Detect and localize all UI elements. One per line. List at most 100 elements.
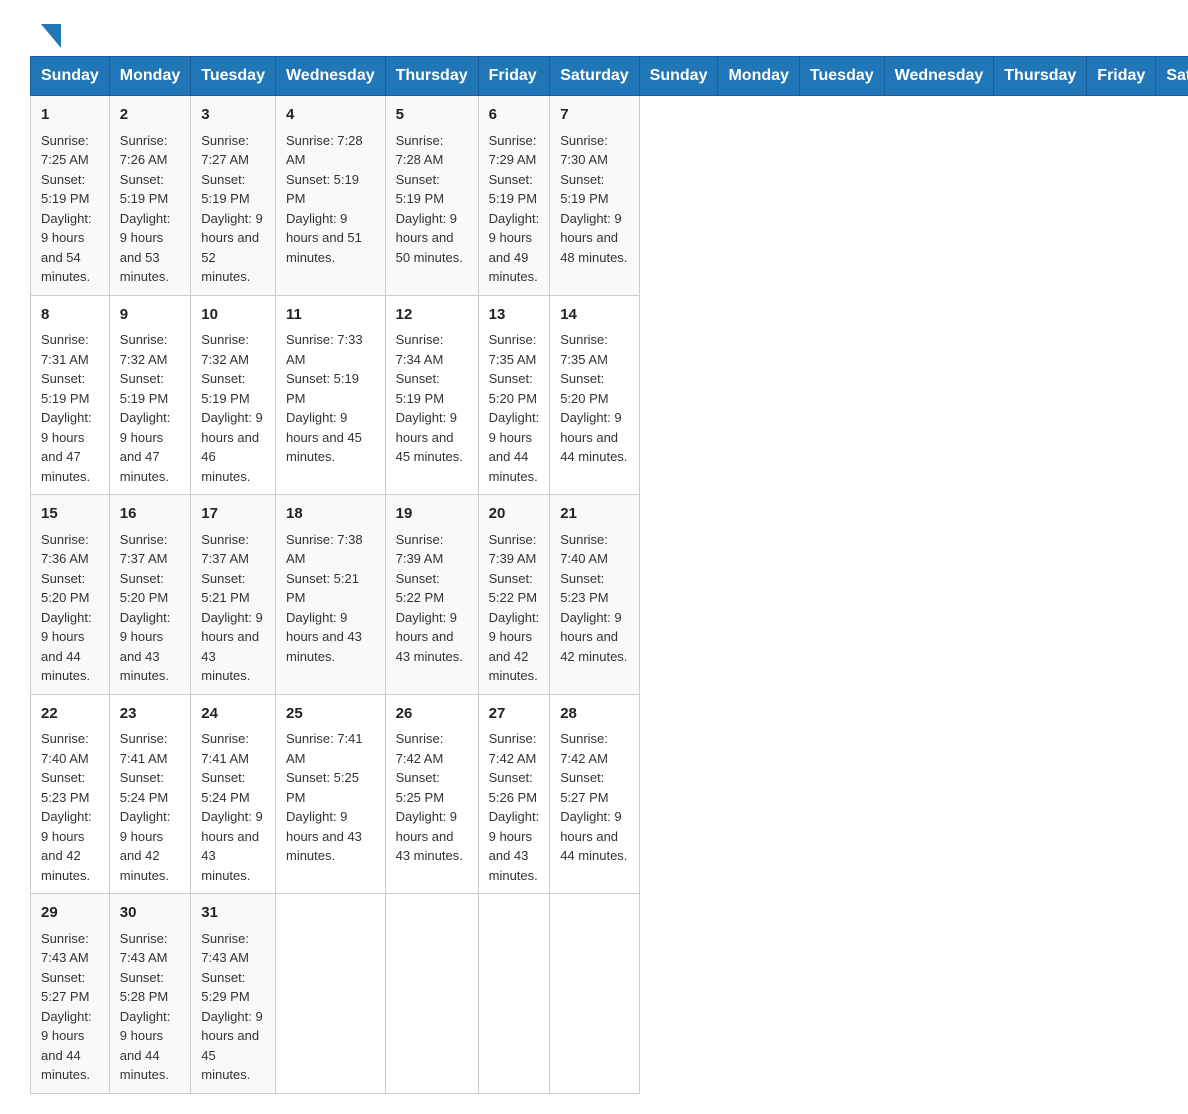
calendar-cell: 13 Sunrise: 7:35 AM Sunset: 5:20 PM Dayl…	[478, 295, 550, 495]
daylight-info: Daylight: 9 hours and 44 minutes.	[41, 1009, 92, 1083]
calendar-cell: 12 Sunrise: 7:34 AM Sunset: 5:19 PM Dayl…	[385, 295, 478, 495]
day-number: 3	[201, 104, 265, 127]
daylight-info: Daylight: 9 hours and 43 minutes.	[201, 610, 262, 684]
calendar-cell: 17 Sunrise: 7:37 AM Sunset: 5:21 PM Dayl…	[191, 495, 276, 695]
sunset-info: Sunset: 5:25 PM	[286, 770, 359, 805]
calendar-cell: 2 Sunrise: 7:26 AM Sunset: 5:19 PM Dayli…	[109, 96, 190, 296]
calendar-cell	[478, 894, 550, 1094]
sunrise-info: Sunrise: 7:27 AM	[201, 133, 249, 168]
calendar-cell: 9 Sunrise: 7:32 AM Sunset: 5:19 PM Dayli…	[109, 295, 190, 495]
daylight-info: Daylight: 9 hours and 42 minutes.	[489, 610, 540, 684]
day-of-week-header: Sunday	[31, 57, 110, 96]
day-number: 25	[286, 703, 375, 726]
calendar-cell: 19 Sunrise: 7:39 AM Sunset: 5:22 PM Dayl…	[385, 495, 478, 695]
day-number: 29	[41, 902, 99, 925]
sunrise-info: Sunrise: 7:43 AM	[201, 931, 249, 966]
calendar-cell: 25 Sunrise: 7:41 AM Sunset: 5:25 PM Dayl…	[275, 694, 385, 894]
page-header	[30, 20, 1158, 46]
calendar-week-row: 15 Sunrise: 7:36 AM Sunset: 5:20 PM Dayl…	[31, 495, 1188, 695]
calendar-cell: 10 Sunrise: 7:32 AM Sunset: 5:19 PM Dayl…	[191, 295, 276, 495]
sunset-info: Sunset: 5:19 PM	[120, 172, 168, 207]
day-number: 22	[41, 703, 99, 726]
day-of-week-header: Wednesday	[884, 57, 994, 96]
sunrise-info: Sunrise: 7:41 AM	[120, 731, 168, 766]
day-of-week-header: Friday	[1087, 57, 1156, 96]
sunset-info: Sunset: 5:22 PM	[489, 571, 537, 606]
day-number: 19	[396, 503, 468, 526]
calendar-cell: 15 Sunrise: 7:36 AM Sunset: 5:20 PM Dayl…	[31, 495, 110, 695]
daylight-info: Daylight: 9 hours and 42 minutes.	[41, 809, 92, 883]
day-of-week-header: Tuesday	[799, 57, 884, 96]
calendar-cell: 29 Sunrise: 7:43 AM Sunset: 5:27 PM Dayl…	[31, 894, 110, 1094]
sunset-info: Sunset: 5:20 PM	[41, 571, 89, 606]
day-number: 7	[560, 104, 628, 127]
sunrise-info: Sunrise: 7:35 AM	[560, 332, 608, 367]
day-number: 28	[560, 703, 628, 726]
sunrise-info: Sunrise: 7:39 AM	[396, 532, 444, 567]
day-number: 11	[286, 304, 375, 327]
daylight-info: Daylight: 9 hours and 49 minutes.	[489, 211, 540, 285]
sunset-info: Sunset: 5:27 PM	[41, 970, 89, 1005]
sunrise-info: Sunrise: 7:41 AM	[286, 731, 363, 766]
calendar-cell: 6 Sunrise: 7:29 AM Sunset: 5:19 PM Dayli…	[478, 96, 550, 296]
sunset-info: Sunset: 5:29 PM	[201, 970, 249, 1005]
day-number: 31	[201, 902, 265, 925]
day-number: 14	[560, 304, 628, 327]
daylight-info: Daylight: 9 hours and 53 minutes.	[120, 211, 171, 285]
sunrise-info: Sunrise: 7:41 AM	[201, 731, 249, 766]
sunrise-info: Sunrise: 7:42 AM	[396, 731, 444, 766]
day-number: 23	[120, 703, 180, 726]
calendar-cell	[275, 894, 385, 1094]
daylight-info: Daylight: 9 hours and 45 minutes.	[201, 1009, 262, 1083]
calendar-week-row: 8 Sunrise: 7:31 AM Sunset: 5:19 PM Dayli…	[31, 295, 1188, 495]
logo	[30, 20, 65, 46]
daylight-info: Daylight: 9 hours and 45 minutes.	[286, 410, 362, 464]
sunrise-info: Sunrise: 7:33 AM	[286, 332, 363, 367]
day-number: 17	[201, 503, 265, 526]
daylight-info: Daylight: 9 hours and 45 minutes.	[396, 410, 463, 464]
sunset-info: Sunset: 5:28 PM	[120, 970, 168, 1005]
daylight-info: Daylight: 9 hours and 44 minutes.	[560, 809, 627, 863]
day-of-week-header: Saturday	[1156, 57, 1188, 96]
day-number: 16	[120, 503, 180, 526]
daylight-info: Daylight: 9 hours and 46 minutes.	[201, 410, 262, 484]
day-number: 1	[41, 104, 99, 127]
calendar-cell: 18 Sunrise: 7:38 AM Sunset: 5:21 PM Dayl…	[275, 495, 385, 695]
day-of-week-header: Thursday	[385, 57, 478, 96]
sunset-info: Sunset: 5:20 PM	[120, 571, 168, 606]
sunset-info: Sunset: 5:23 PM	[41, 770, 89, 805]
daylight-info: Daylight: 9 hours and 44 minutes.	[560, 410, 627, 464]
daylight-info: Daylight: 9 hours and 43 minutes.	[286, 809, 362, 863]
day-number: 10	[201, 304, 265, 327]
calendar-cell: 27 Sunrise: 7:42 AM Sunset: 5:26 PM Dayl…	[478, 694, 550, 894]
daylight-info: Daylight: 9 hours and 47 minutes.	[120, 410, 171, 484]
calendar-cell: 5 Sunrise: 7:28 AM Sunset: 5:19 PM Dayli…	[385, 96, 478, 296]
sunset-info: Sunset: 5:19 PM	[286, 172, 359, 207]
calendar-cell: 28 Sunrise: 7:42 AM Sunset: 5:27 PM Dayl…	[550, 694, 639, 894]
day-of-week-header: Friday	[478, 57, 550, 96]
day-of-week-header: Saturday	[550, 57, 639, 96]
calendar-cell: 11 Sunrise: 7:33 AM Sunset: 5:19 PM Dayl…	[275, 295, 385, 495]
day-number: 21	[560, 503, 628, 526]
sunset-info: Sunset: 5:19 PM	[201, 371, 249, 406]
sunrise-info: Sunrise: 7:43 AM	[41, 931, 89, 966]
daylight-info: Daylight: 9 hours and 43 minutes.	[489, 809, 540, 883]
calendar-cell: 1 Sunrise: 7:25 AM Sunset: 5:19 PM Dayli…	[31, 96, 110, 296]
calendar-cell: 3 Sunrise: 7:27 AM Sunset: 5:19 PM Dayli…	[191, 96, 276, 296]
day-number: 2	[120, 104, 180, 127]
sunset-info: Sunset: 5:19 PM	[286, 371, 359, 406]
calendar-table: SundayMondayTuesdayWednesdayThursdayFrid…	[30, 56, 1188, 1094]
sunrise-info: Sunrise: 7:43 AM	[120, 931, 168, 966]
day-of-week-header: Wednesday	[275, 57, 385, 96]
day-number: 24	[201, 703, 265, 726]
sunset-info: Sunset: 5:21 PM	[286, 571, 359, 606]
sunset-info: Sunset: 5:24 PM	[120, 770, 168, 805]
sunrise-info: Sunrise: 7:42 AM	[560, 731, 608, 766]
calendar-week-row: 1 Sunrise: 7:25 AM Sunset: 5:19 PM Dayli…	[31, 96, 1188, 296]
calendar-cell: 20 Sunrise: 7:39 AM Sunset: 5:22 PM Dayl…	[478, 495, 550, 695]
sunset-info: Sunset: 5:25 PM	[396, 770, 444, 805]
day-number: 27	[489, 703, 540, 726]
sunset-info: Sunset: 5:20 PM	[560, 371, 608, 406]
daylight-info: Daylight: 9 hours and 44 minutes.	[120, 1009, 171, 1083]
logo-icon	[33, 20, 65, 52]
